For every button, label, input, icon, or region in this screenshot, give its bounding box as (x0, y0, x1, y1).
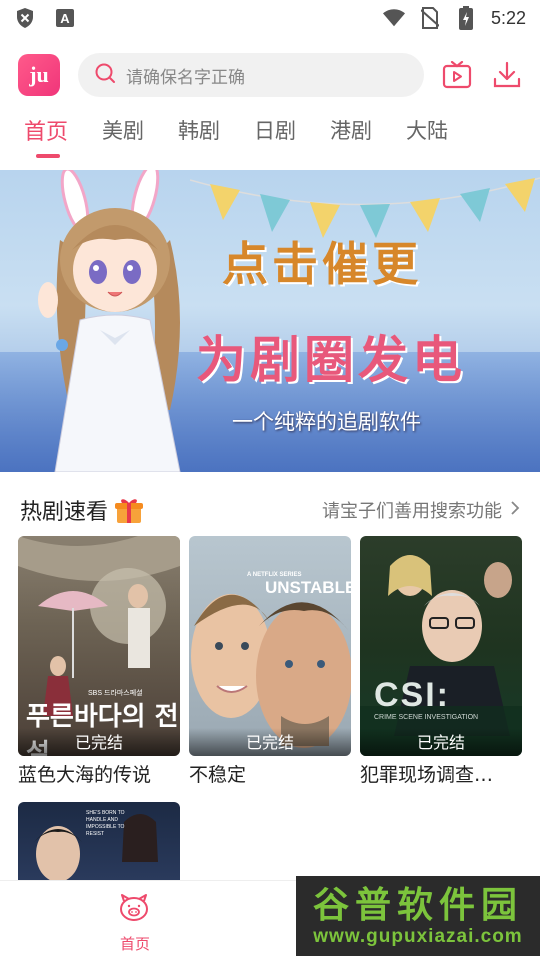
drama-poster: SHE'S BORN TO HANDLE AND IMPOSSIBLE TO R… (18, 802, 180, 880)
wifi-icon (382, 7, 405, 29)
drama-poster: SBS 드라마스페셜 푸른바다의 전설 已完结 (18, 536, 180, 756)
search-tip-label: 请宝子们善用搜索功能 (322, 501, 502, 522)
search-bar[interactable]: 请确保名字正确 (78, 53, 424, 97)
drama-poster: CSI: CRIME SCENE INVESTIGATION 已完结 (360, 536, 522, 756)
poster-small-text: CRIME SCENE INVESTIGATION (374, 714, 479, 721)
search-tip-link[interactable]: 请宝子们善用搜索功能 (322, 497, 520, 523)
status-badge: 已完结 (189, 728, 351, 756)
tab-home[interactable]: 首页 (24, 108, 69, 158)
tab-japanese-drama[interactable]: 日剧 (254, 108, 296, 152)
shield-icon (14, 7, 36, 29)
app-logo[interactable]: ju (18, 54, 60, 96)
status-badge: 已完结 (18, 728, 180, 756)
drama-card[interactable]: CSI: CRIME SCENE INVESTIGATION 已完结 犯罪现场调… (360, 536, 522, 787)
anime-girl-illustration (38, 170, 181, 472)
tv-play-icon[interactable] (442, 60, 472, 90)
tab-mainland-drama[interactable]: 大陆 (406, 108, 448, 152)
status-bar: A 5:22 (0, 0, 540, 36)
watermark-url: www.gupuxiazai.com (313, 926, 523, 947)
drama-title: 不稳定 (189, 764, 247, 786)
drama-poster: A NETFLIX SERIES UNSTABLE 已完结 (189, 536, 351, 756)
poster-small-text: SHE'S BORN TO HANDLE AND IMPOSSIBLE TO R… (86, 810, 125, 837)
status-badge: 已完结 (360, 728, 522, 756)
banner-headline: 点击催更 (222, 237, 422, 291)
banner-subheadline: 为剧圈发电 (196, 330, 466, 389)
tab-korean-drama[interactable]: 韩剧 (178, 108, 220, 152)
a-letter-icon: A (54, 7, 76, 29)
status-time: 5:22 (490, 7, 526, 28)
banner-tagline: 一个纯粹的追剧软件 (232, 410, 421, 434)
nav-home-label: 首页 (119, 935, 150, 953)
tab-home-label: 首页 (24, 120, 69, 145)
drama-card[interactable]: A NETFLIX SERIES UNSTABLE 已完结 不稳定 (189, 536, 351, 787)
tab-us-drama[interactable]: 美剧 (102, 108, 144, 152)
no-sim-icon (419, 7, 441, 29)
watermark-name: 谷普软件园 (312, 884, 523, 926)
search-icon (94, 62, 116, 88)
nav-home[interactable]: 首页 (100, 893, 170, 954)
poster-art (360, 555, 522, 756)
poster-title-text: CSI: (374, 676, 450, 714)
search-placeholder: 请确保名字正确 (126, 67, 245, 88)
download-icon[interactable] (492, 60, 522, 90)
poster-title-text: UNSTABLE (265, 578, 351, 597)
promo-banner[interactable]: 点击催更 为剧圈发电 一个纯粹的追剧软件 (0, 170, 540, 472)
svg-text:A: A (60, 11, 70, 26)
drama-title: 犯罪现场调查… (360, 764, 494, 786)
pig-home-icon (118, 893, 152, 927)
tab-active-indicator (36, 154, 60, 158)
app-header: ju 请确保名字正确 (0, 50, 540, 100)
category-tabs: 首页 美剧 韩剧 日剧 港剧 大陆 (0, 108, 540, 158)
tab-hk-drama[interactable]: 港剧 (330, 108, 372, 152)
section-header: 热剧速看 请宝子们善用搜索功能 (0, 490, 540, 530)
drama-card[interactable]: SBS 드라마스페셜 푸른바다의 전설 已完结 蓝色大海的传说 (18, 536, 180, 787)
battery-charging-icon (455, 6, 477, 30)
drama-card[interactable]: SHE'S BORN TO HANDLE AND IMPOSSIBLE TO R… (18, 802, 180, 880)
gift-icon (114, 495, 144, 525)
poster-art (191, 594, 351, 748)
drama-title: 蓝色大海的传说 (18, 764, 152, 786)
site-watermark: 谷普软件园 www.gupuxiazai.com (296, 876, 540, 956)
section-title: 热剧速看 (20, 500, 109, 525)
chevron-right-icon (510, 500, 520, 521)
